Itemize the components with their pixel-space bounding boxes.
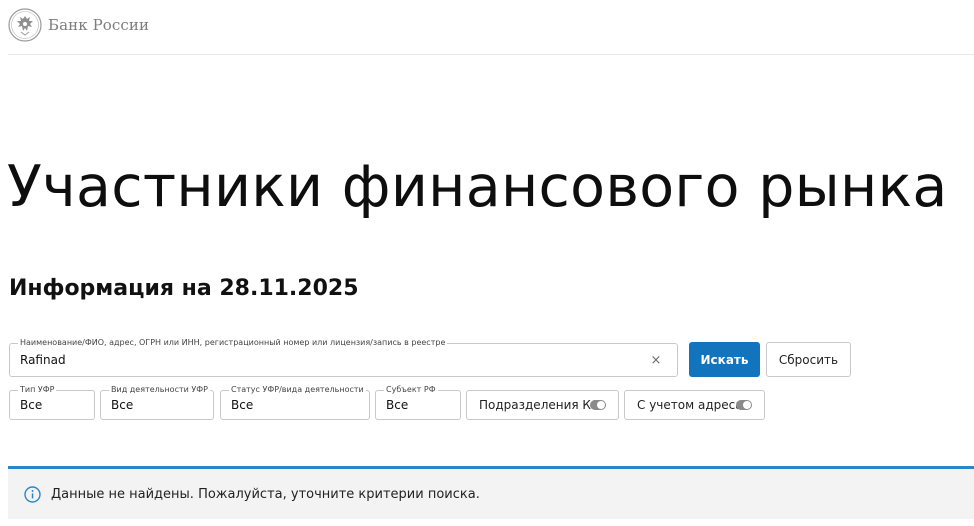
info-icon <box>24 485 41 503</box>
toggle-label: Подразделения КО <box>479 398 601 412</box>
filter-label: Вид деятельности УФР <box>109 384 210 395</box>
filter-label: Субъект РФ <box>384 384 438 395</box>
clear-icon[interactable]: × <box>649 354 663 368</box>
bank-logo[interactable]: Банк России <box>8 8 149 42</box>
filter-value: Все <box>386 398 409 412</box>
filter-activity-type[interactable]: Вид деятельности УФР Все <box>100 384 214 420</box>
toggle-with-address[interactable]: С учетом адреса <box>624 390 765 420</box>
filter-value: Все <box>111 398 134 412</box>
filter-value: Все <box>231 398 254 412</box>
bank-name: Банк России <box>48 16 150 34</box>
toggle-knob <box>597 401 605 409</box>
filter-region[interactable]: Субъект РФ Все <box>375 384 461 420</box>
bank-emblem-icon <box>8 8 42 42</box>
toggle-switch[interactable] <box>736 400 752 410</box>
info-date-heading: Информация на 28.11.2025 <box>9 276 359 301</box>
toggle-switch[interactable] <box>590 400 606 410</box>
filter-ufr-type[interactable]: Тип УФР Все <box>9 384 95 420</box>
toggle-label: С учетом адреса <box>637 398 743 412</box>
header-divider <box>8 54 974 55</box>
search-button[interactable]: Искать <box>689 342 760 377</box>
page-title: Участники финансового рынка <box>7 154 948 220</box>
filter-value: Все <box>20 398 43 412</box>
filter-status[interactable]: Статус УФР/вида деятельности Все <box>220 384 370 420</box>
search-input-label: Наименование/ФИО, адрес, ОГРН или ИНН, р… <box>18 337 448 348</box>
toggle-knob <box>743 401 751 409</box>
reset-button[interactable]: Сбросить <box>766 342 851 377</box>
filter-label: Тип УФР <box>18 384 57 395</box>
search-input[interactable]: Наименование/ФИО, адрес, ОГРН или ИНН, р… <box>9 337 678 377</box>
filter-label: Статус УФР/вида деятельности <box>229 384 366 395</box>
toggle-ko-divisions[interactable]: Подразделения КО <box>466 390 619 420</box>
notice-text: Данные не найдены. Пожалуйста, уточните … <box>51 486 480 502</box>
search-input-value[interactable]: Rafinad <box>20 353 66 367</box>
no-results-notice: Данные не найдены. Пожалуйста, уточните … <box>8 469 974 519</box>
site-header: Банк России <box>0 0 974 54</box>
